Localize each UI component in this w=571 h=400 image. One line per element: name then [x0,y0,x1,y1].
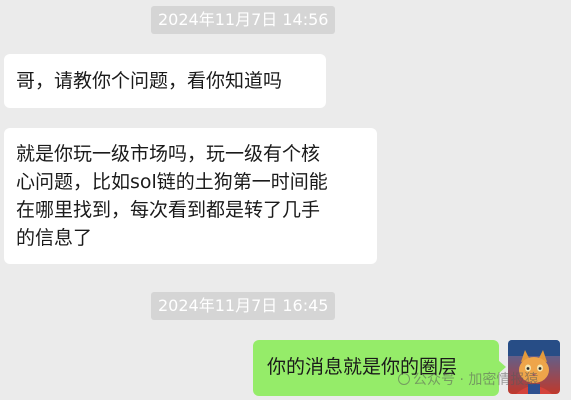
message-text-line: 就是你玩一级市场吗，玩一级有个核 [16,143,321,165]
message-timestamp: 2024年11月7日 16:45 [151,292,336,320]
wechat-official-account-icon [398,373,410,385]
incoming-message-bubble[interactable]: 哥，请教你个问题，看你知道吗 [4,54,326,108]
message-text-line: 心问题，比如sol链的土狗第一时间能 [16,171,328,193]
message-timestamp: 2024年11月7日 14:56 [151,6,336,34]
chat-window: 2024年11月7日 14:56 哥，请教你个问题，看你知道吗 就是你玩一级市场… [0,0,571,400]
watermark-text: 公众号 · 加密情报猿 [413,372,539,388]
incoming-message-bubble[interactable]: 就是你玩一级市场吗，玩一级有个核 心问题，比如sol链的土狗第一时间能 在哪里找… [4,128,377,264]
message-text: 哥，请教你个问题，看你知道吗 [16,70,283,92]
message-text-line: 在哪里找到，每次看到都是转了几手 [16,199,321,221]
message-text-line: 的信息了 [16,227,93,249]
watermark: 公众号 · 加密情报猿 [398,370,538,390]
